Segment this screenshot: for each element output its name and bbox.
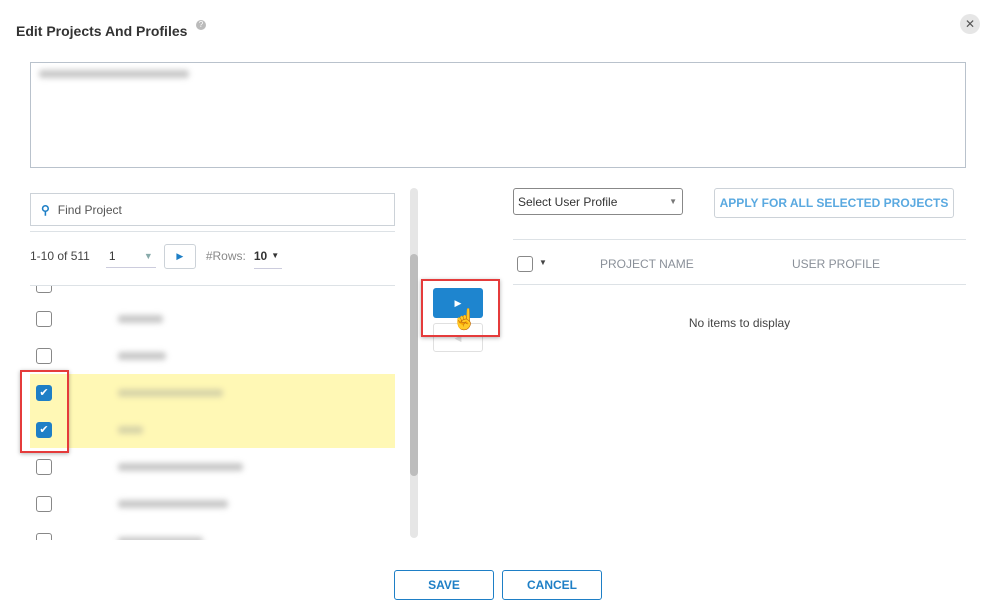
blurred-user-email (39, 70, 189, 78)
page-range: 1-10 of 511 (30, 249, 90, 263)
page-value: 1 (108, 248, 116, 263)
caret-down-icon: ▼ (271, 251, 280, 260)
rows-label: #Rows: (205, 249, 246, 263)
list-item[interactable] (30, 485, 395, 522)
list-item[interactable] (30, 300, 395, 337)
table-header: ▼ PROJECT NAME USER PROFILE (513, 250, 966, 278)
checkbox[interactable] (36, 496, 52, 512)
list-item[interactable] (30, 522, 395, 540)
chevron-down-icon: ▼ (669, 197, 677, 206)
list-item[interactable] (30, 448, 395, 485)
divider (513, 239, 966, 240)
annotation-highlight (20, 370, 69, 453)
checkbox[interactable] (36, 459, 52, 475)
list-item[interactable] (30, 337, 395, 374)
blurred-project-name (118, 500, 228, 508)
blurred-project-name (118, 426, 143, 434)
save-button[interactable]: SAVE (394, 570, 494, 600)
search-placeholder: Find Project (57, 202, 122, 217)
next-page-button[interactable]: ▶ (163, 243, 196, 269)
find-project-input[interactable]: ⚲ Find Project (30, 193, 395, 226)
checkbox[interactable] (36, 348, 52, 364)
divider (513, 284, 966, 285)
blurred-project-name (118, 537, 203, 540)
rows-value: 10 (253, 248, 268, 263)
checkbox[interactable] (36, 533, 52, 540)
rows-select[interactable]: 10 ▼ (253, 243, 282, 269)
play-right-icon: ▶ (176, 250, 184, 261)
hand-cursor-icon: ☝ (452, 309, 477, 331)
pagination: 1-10 of 511 1 ▼ ▶ #Rows: 10 ▼ (30, 243, 282, 269)
apply-all-button[interactable]: APPLY FOR ALL SELECTED PROJECTS (714, 188, 954, 218)
user-profile-select[interactable]: Select User Profile ▼ (513, 188, 683, 215)
select-all-checkbox[interactable] (517, 256, 533, 272)
list-item-selected[interactable]: ✔ (30, 374, 395, 411)
close-button[interactable]: ✕ (960, 14, 980, 34)
blurred-project-name (118, 389, 223, 397)
column-project-name[interactable]: PROJECT NAME (600, 257, 694, 271)
checkbox[interactable] (36, 311, 52, 327)
users-box[interactable] (30, 62, 966, 168)
blurred-project-name (118, 463, 243, 471)
chevron-down-icon: ▼ (143, 250, 153, 261)
project-list[interactable]: ✔ ✔ (30, 286, 395, 540)
empty-message: No items to display (688, 316, 791, 330)
column-user-profile[interactable]: USER PROFILE (792, 257, 880, 271)
blurred-project-name (118, 352, 166, 360)
page-select[interactable]: 1 ▼ (105, 244, 156, 268)
list-item-selected[interactable]: ✔ (30, 411, 395, 448)
profile-select-value: Select User Profile (518, 194, 618, 209)
divider (30, 231, 395, 232)
help-icon[interactable]: ? (196, 20, 206, 30)
dialog-title: Edit Projects And Profiles (16, 23, 188, 39)
blurred-project-name (118, 315, 163, 323)
search-icon: ⚲ (41, 202, 50, 217)
cancel-button[interactable]: CANCEL (502, 570, 602, 600)
caret-down-icon[interactable]: ▼ (539, 258, 547, 267)
checkbox[interactable] (36, 286, 52, 293)
scrollbar-thumb[interactable] (410, 254, 418, 476)
